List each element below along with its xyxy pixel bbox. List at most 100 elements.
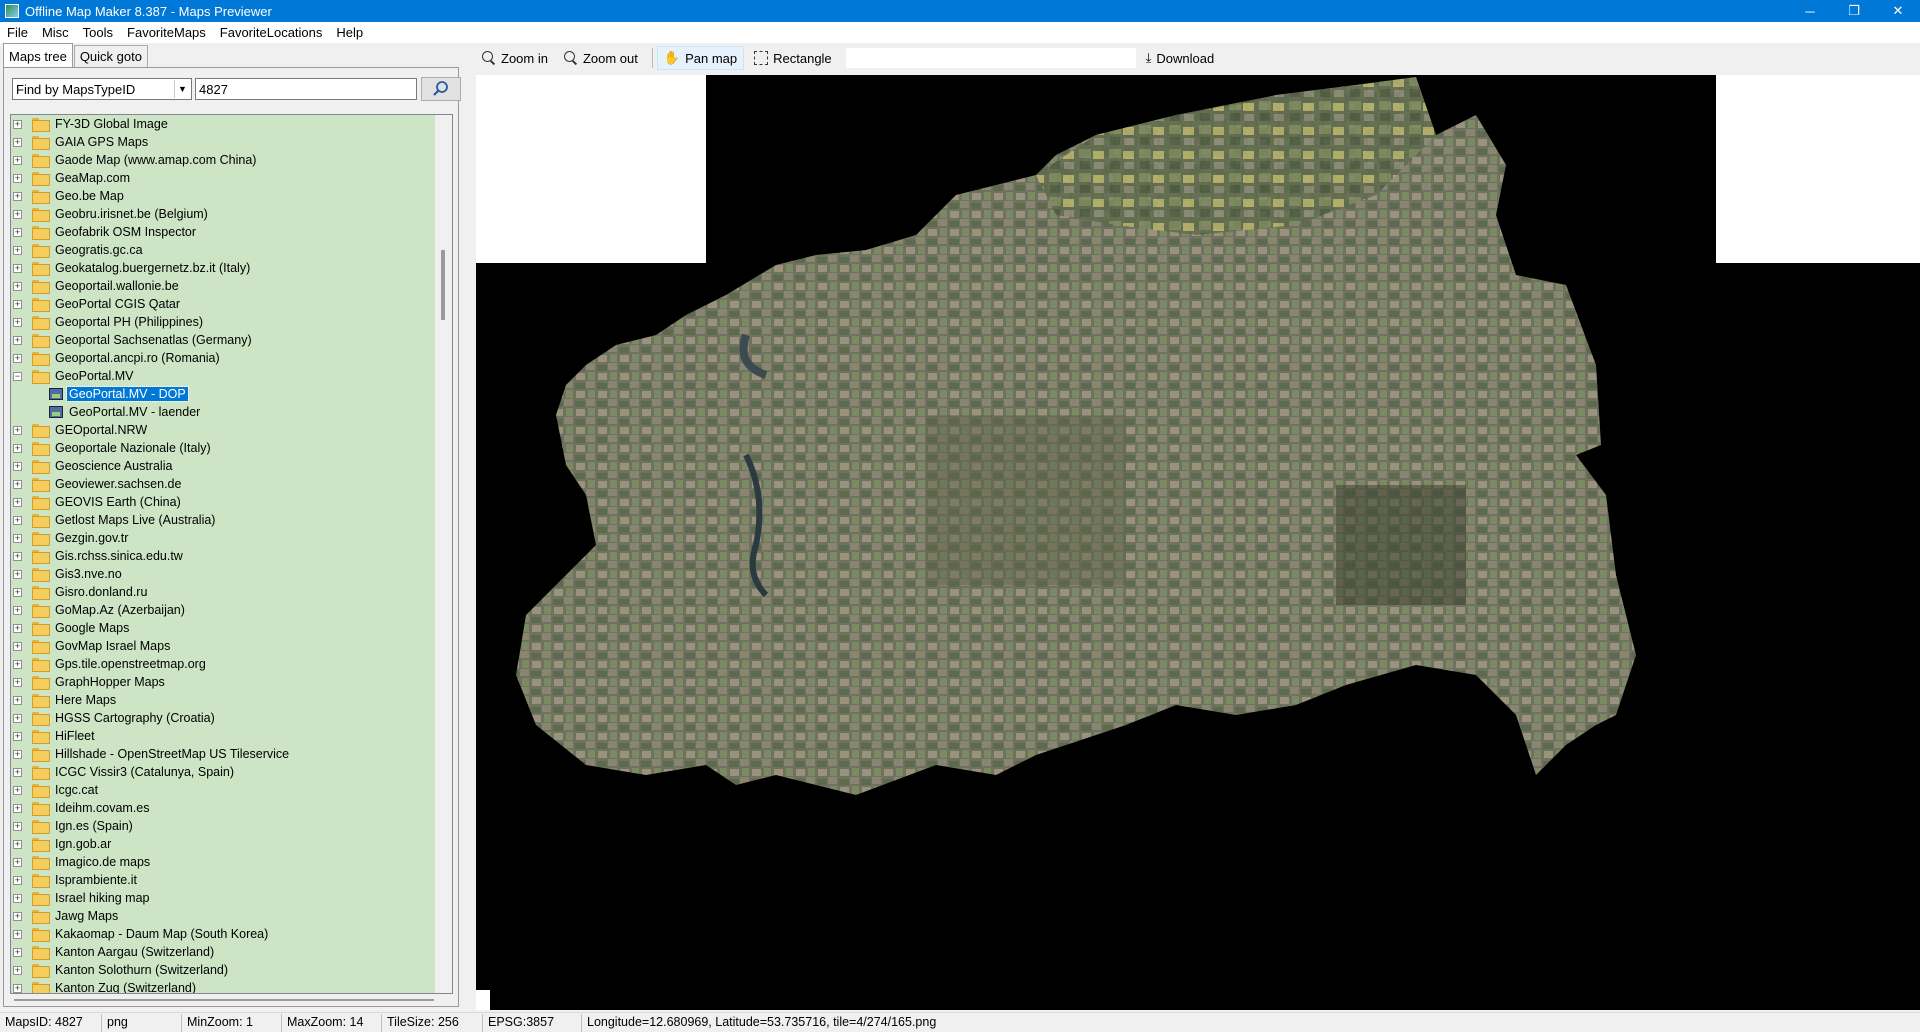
tree-item[interactable]: + Israel hiking map: [11, 889, 452, 907]
expand-icon[interactable]: +: [13, 929, 22, 939]
expand-icon[interactable]: +: [13, 659, 22, 669]
expand-icon[interactable]: +: [13, 137, 22, 147]
tree-item[interactable]: + Geoportal.ancpi.ro (Romania): [11, 349, 452, 367]
tree-item[interactable]: + Imagico.de maps: [11, 853, 452, 871]
tree-item[interactable]: + Geoportail.wallonie.be: [11, 277, 452, 295]
collapse-icon[interactable]: −: [13, 371, 22, 381]
menu-favorite-maps[interactable]: FavoriteMaps: [120, 25, 213, 40]
scrollbar-thumb[interactable]: [14, 999, 434, 1001]
tab-quick-goto[interactable]: Quick goto: [73, 45, 148, 67]
expand-icon[interactable]: +: [13, 623, 22, 633]
tree-item[interactable]: + GovMap Israel Maps: [11, 637, 452, 655]
expand-icon[interactable]: +: [13, 677, 22, 687]
tree-item[interactable]: + Geoviewer.sachsen.de: [11, 475, 452, 493]
scrollbar-thumb[interactable]: [441, 250, 445, 320]
tree-item[interactable]: + Jawg Maps: [11, 907, 452, 925]
expand-icon[interactable]: +: [13, 317, 22, 327]
tree-item[interactable]: + Gis.rchss.sinica.edu.tw: [11, 547, 452, 565]
expand-icon[interactable]: +: [13, 533, 22, 543]
expand-icon[interactable]: +: [13, 263, 22, 273]
tree-item[interactable]: + Geogratis.gc.ca: [11, 241, 452, 259]
expand-icon[interactable]: +: [13, 353, 22, 363]
expand-icon[interactable]: +: [13, 335, 22, 345]
tree-item[interactable]: − GeoPortal.MV: [11, 367, 452, 385]
expand-icon[interactable]: +: [13, 479, 22, 489]
zoom-in-button[interactable]: Zoom in: [476, 46, 554, 70]
pane-splitter[interactable]: [462, 43, 467, 1009]
expand-icon[interactable]: +: [13, 155, 22, 165]
tree-item[interactable]: + Icgc.cat: [11, 781, 452, 799]
rectangle-button[interactable]: Rectangle: [748, 46, 838, 70]
find-mode-select[interactable]: Find by MapsTypeID ▼: [12, 78, 192, 100]
expand-icon[interactable]: +: [13, 695, 22, 705]
tree-item[interactable]: + Hillshade - OpenStreetMap US Tileservic…: [11, 745, 452, 763]
expand-icon[interactable]: +: [13, 965, 22, 975]
expand-icon[interactable]: +: [13, 245, 22, 255]
expand-icon[interactable]: +: [13, 173, 22, 183]
search-button[interactable]: [421, 77, 461, 101]
menu-help[interactable]: Help: [329, 25, 370, 40]
tree-item[interactable]: + Getlost Maps Live (Australia): [11, 511, 452, 529]
tree-horizontal-scrollbar[interactable]: [10, 995, 453, 1005]
expand-icon[interactable]: +: [13, 461, 22, 471]
tree-item[interactable]: + GeoPortal CGIS Qatar: [11, 295, 452, 313]
expand-icon[interactable]: +: [13, 911, 22, 921]
expand-icon[interactable]: +: [13, 425, 22, 435]
expand-icon[interactable]: +: [13, 893, 22, 903]
tree-item[interactable]: + Geoportale Nazionale (Italy): [11, 439, 452, 457]
tab-maps-tree[interactable]: Maps tree: [3, 43, 73, 67]
menu-file[interactable]: File: [0, 25, 35, 40]
expand-icon[interactable]: +: [13, 749, 22, 759]
expand-icon[interactable]: +: [13, 569, 22, 579]
pan-map-button[interactable]: ✋ Pan map: [656, 46, 745, 70]
expand-icon[interactable]: +: [13, 731, 22, 741]
maximize-button[interactable]: ❐: [1832, 0, 1876, 22]
expand-icon[interactable]: +: [13, 299, 22, 309]
maps-tree[interactable]: + FY-3D Global Image + GAIA GPS Maps + Gaode …: [10, 114, 453, 994]
menu-favorite-locations[interactable]: FavoriteLocations: [213, 25, 330, 40]
tree-item[interactable]: + GraphHopper Maps: [11, 673, 452, 691]
tree-item[interactable]: + Here Maps: [11, 691, 452, 709]
minimize-button[interactable]: ─: [1788, 0, 1832, 22]
tree-item[interactable]: + Kanton Aargau (Switzerland): [11, 943, 452, 961]
expand-icon[interactable]: +: [13, 515, 22, 525]
tree-item[interactable]: + ICGC Vissir3 (Catalunya, Spain): [11, 763, 452, 781]
menu-tools[interactable]: Tools: [76, 25, 120, 40]
tree-item[interactable]: + Geoscience Australia: [11, 457, 452, 475]
expand-icon[interactable]: +: [13, 119, 22, 129]
expand-icon[interactable]: +: [13, 587, 22, 597]
expand-icon[interactable]: +: [13, 839, 22, 849]
expand-icon[interactable]: +: [13, 605, 22, 615]
tree-item[interactable]: + Geokatalog.buergernetz.bz.it (Italy): [11, 259, 452, 277]
tree-item[interactable]: + Geoportal PH (Philippines): [11, 313, 452, 331]
tree-item[interactable]: + Ign.gob.ar: [11, 835, 452, 853]
tree-item[interactable]: + Geo.be Map: [11, 187, 452, 205]
tree-item[interactable]: + Kakaomap - Daum Map (South Korea): [11, 925, 452, 943]
tree-item[interactable]: + Gezgin.gov.tr: [11, 529, 452, 547]
expand-icon[interactable]: +: [13, 983, 22, 993]
tree-item[interactable]: + Gisro.donland.ru: [11, 583, 452, 601]
tree-item[interactable]: + HGSS Cartography (Croatia): [11, 709, 452, 727]
zoom-out-button[interactable]: Zoom out: [558, 46, 644, 70]
expand-icon[interactable]: +: [13, 641, 22, 651]
tree-item[interactable]: + Geofabrik OSM Inspector: [11, 223, 452, 241]
menu-misc[interactable]: Misc: [35, 25, 76, 40]
expand-icon[interactable]: +: [13, 875, 22, 885]
tree-item[interactable]: + Ign.es (Spain): [11, 817, 452, 835]
tree-item[interactable]: + GAIA GPS Maps: [11, 133, 452, 151]
find-input[interactable]: [195, 78, 417, 100]
expand-icon[interactable]: +: [13, 767, 22, 777]
tree-item[interactable]: + Geobru.irisnet.be (Belgium): [11, 205, 452, 223]
expand-icon[interactable]: +: [13, 551, 22, 561]
map-view[interactable]: [476, 75, 1920, 1010]
tree-vertical-scrollbar[interactable]: [435, 115, 452, 993]
expand-icon[interactable]: +: [13, 227, 22, 237]
tree-item[interactable]: + FY-3D Global Image: [11, 115, 452, 133]
tree-item[interactable]: + HiFleet: [11, 727, 452, 745]
tree-item[interactable]: + GeaMap.com: [11, 169, 452, 187]
expand-icon[interactable]: +: [13, 947, 22, 957]
tree-item[interactable]: + GEOportal.NRW: [11, 421, 452, 439]
tree-item[interactable]: + Geoportal Sachsenatlas (Germany): [11, 331, 452, 349]
tree-item[interactable]: + Ideihm.covam.es: [11, 799, 452, 817]
expand-icon[interactable]: +: [13, 209, 22, 219]
